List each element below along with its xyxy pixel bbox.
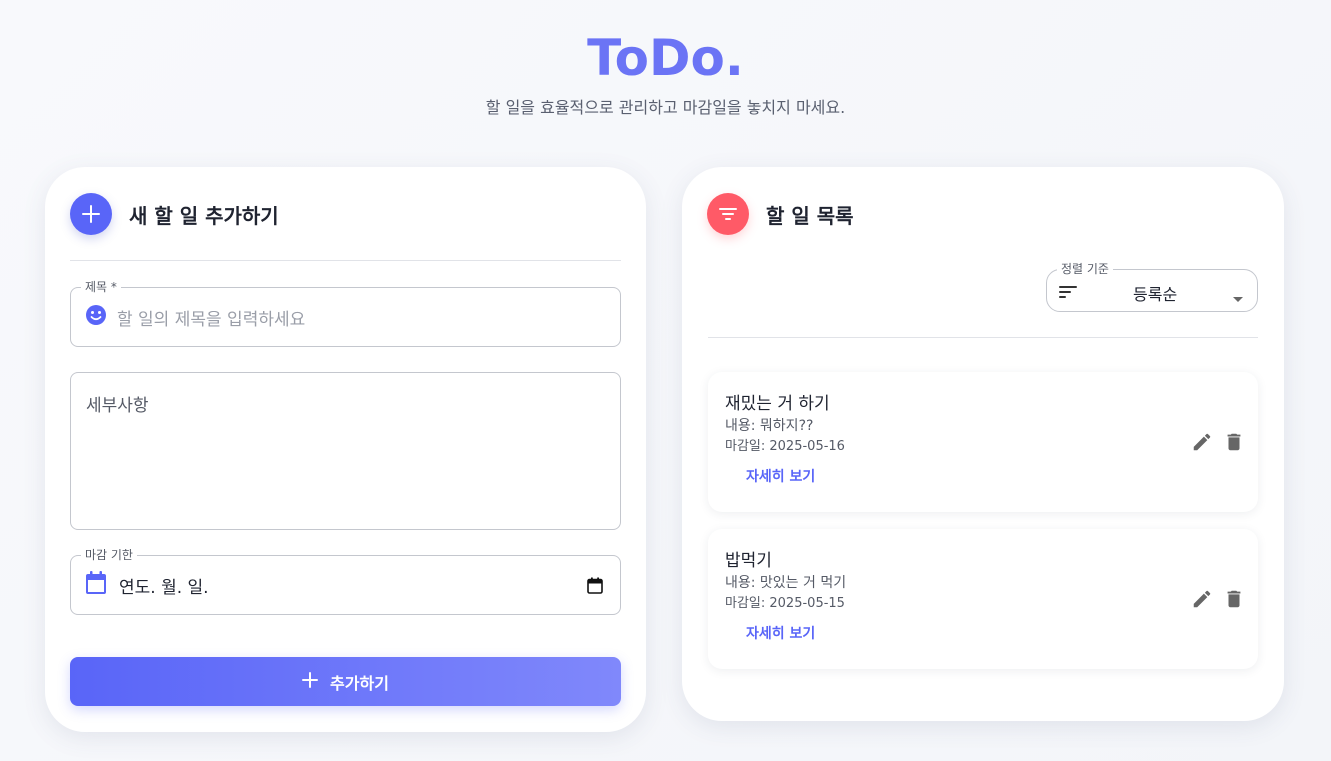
view-details-button[interactable]: 자세히 보기 bbox=[746, 623, 815, 643]
app-title: ToDo. bbox=[587, 29, 744, 87]
todo-content: 내용: 뭐하지?? bbox=[725, 418, 814, 434]
due-date-field[interactable]: 마감 기한 연도. 월. 일. bbox=[70, 547, 621, 615]
todo-item: 밥먹기 내용: 맛있는 거 먹기 마감일: 2025-05-15 자세히 보기 bbox=[708, 529, 1258, 669]
app-subtitle: 할 일을 효율적으로 관리하고 마감일을 놓치지 마세요. bbox=[485, 98, 846, 117]
todo-title: 재밌는 거 하기 bbox=[725, 394, 830, 414]
divider bbox=[70, 260, 621, 261]
date-picker-icon[interactable] bbox=[587, 577, 603, 598]
todo-due-date: 마감일: 2025-05-15 bbox=[725, 596, 845, 611]
view-details-button[interactable]: 자세히 보기 bbox=[746, 466, 815, 486]
edit-icon[interactable] bbox=[1190, 587, 1214, 611]
add-todo-button[interactable]: 추가하기 bbox=[70, 657, 621, 706]
calendar-icon bbox=[85, 571, 107, 599]
details-placeholder: 세부사항 bbox=[86, 396, 149, 416]
sort-select-label: 정렬 기준 bbox=[1057, 261, 1113, 277]
chevron-down-icon bbox=[1232, 288, 1244, 307]
trash-icon[interactable] bbox=[1222, 430, 1246, 454]
todo-title: 밥먹기 bbox=[725, 551, 772, 571]
todo-list-heading: 할 일 목록 bbox=[766, 203, 854, 228]
trash-icon[interactable] bbox=[1222, 587, 1246, 611]
todo-list-header: 할 일 목록 bbox=[707, 192, 854, 236]
add-todo-button-label: 추가하기 bbox=[330, 673, 389, 693]
sort-select[interactable]: 정렬 기준 등록순 bbox=[1046, 261, 1258, 312]
title-field[interactable]: 제목 * 할 일의 제목을 입력하세요 bbox=[70, 279, 621, 347]
sort-select-value: 등록순 bbox=[1133, 285, 1178, 304]
due-date-input[interactable]: 연도. 월. 일. bbox=[119, 573, 209, 598]
todo-item: 재밌는 거 하기 내용: 뭐하지?? 마감일: 2025-05-16 자세히 보… bbox=[708, 372, 1258, 512]
plus-icon bbox=[302, 671, 319, 692]
page-header: ToDo. 할 일을 효율적으로 관리하고 마감일을 놓치지 마세요. bbox=[0, 28, 1331, 120]
sort-icon bbox=[1059, 284, 1077, 303]
plus-icon bbox=[70, 193, 112, 235]
todo-due-date: 마감일: 2025-05-16 bbox=[725, 439, 845, 454]
add-todo-header: 새 할 일 추가하기 bbox=[70, 192, 279, 236]
add-todo-heading: 새 할 일 추가하기 bbox=[129, 203, 279, 228]
edit-icon[interactable] bbox=[1190, 430, 1214, 454]
title-input[interactable]: 할 일의 제목을 입력하세요 bbox=[117, 305, 305, 330]
details-textarea[interactable]: 세부사항 bbox=[70, 372, 621, 530]
filter-icon bbox=[707, 193, 749, 235]
divider bbox=[708, 337, 1258, 338]
smiley-icon bbox=[85, 304, 107, 330]
todo-list-card: 할 일 목록 정렬 기준 등록순 재밌는 거 하기 내용: 뭐하지?? 마감일:… bbox=[682, 167, 1284, 721]
add-todo-card: 새 할 일 추가하기 제목 * 할 일의 제목을 입력하세요 세부사항 마감 기… bbox=[45, 167, 646, 732]
todo-content: 내용: 맛있는 거 먹기 bbox=[725, 575, 847, 591]
